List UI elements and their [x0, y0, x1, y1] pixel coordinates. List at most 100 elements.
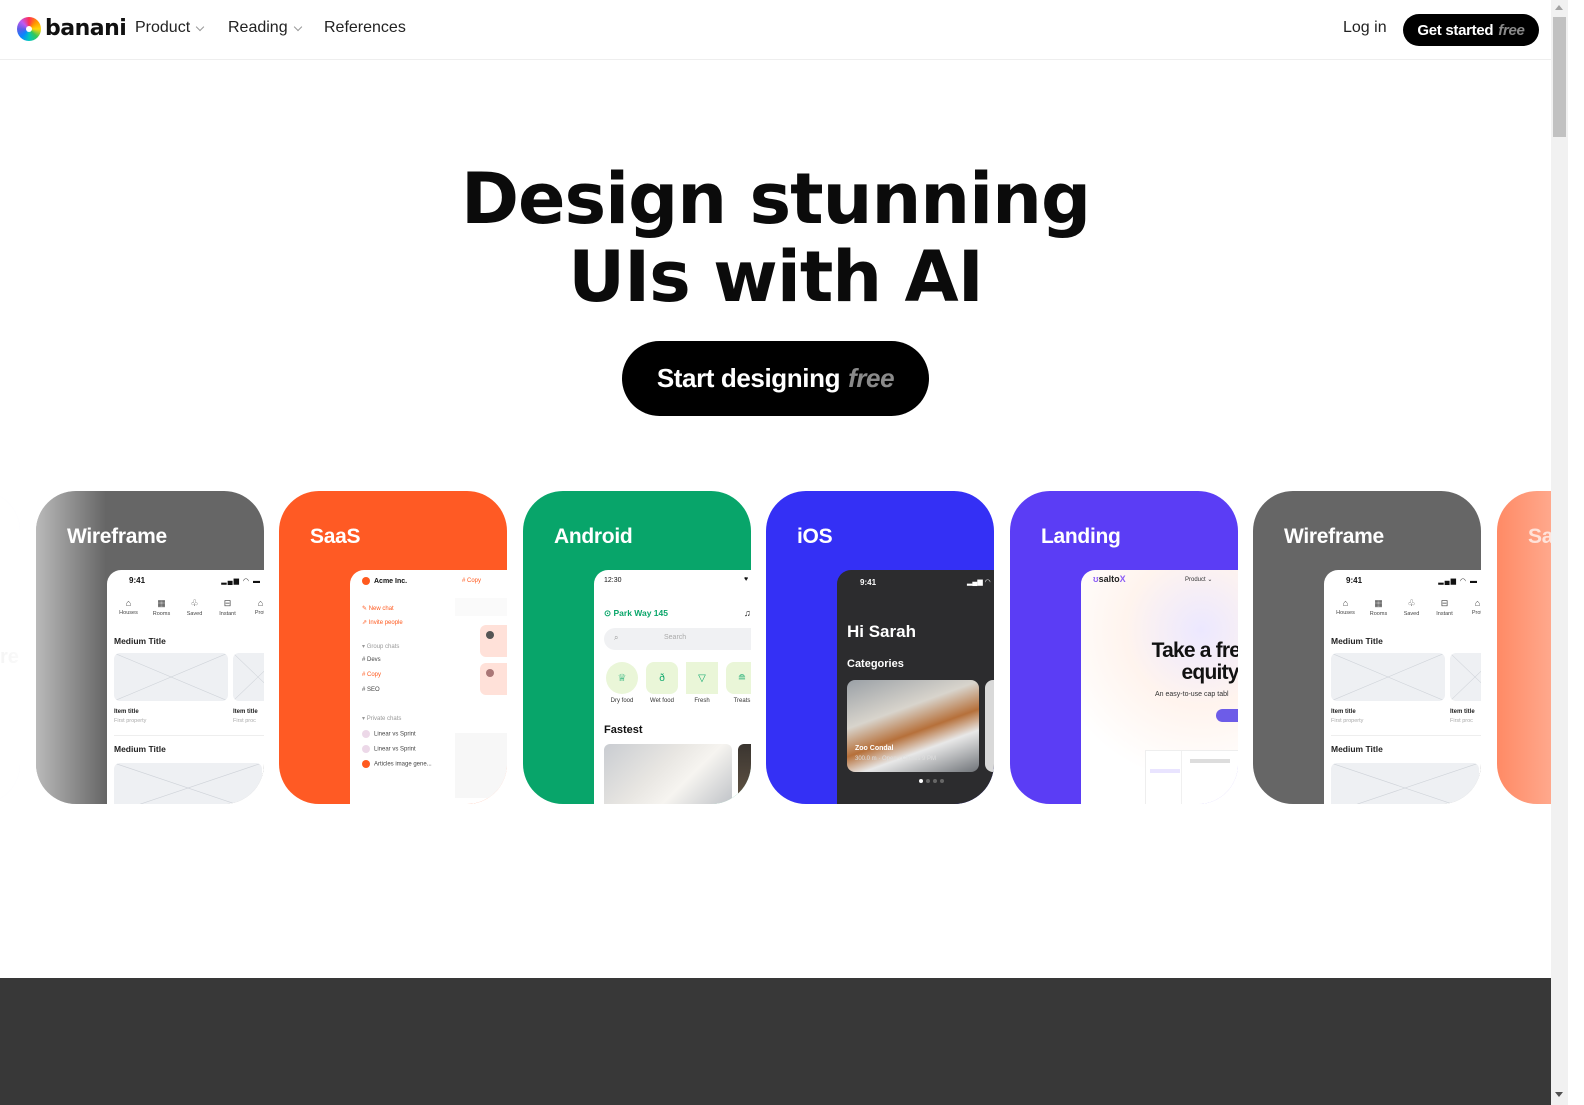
signal-icon: ▂▄▆ ◠ ▬: [221, 578, 261, 585]
card-landing[interactable]: Landing ʊsaltoX Product ⌄ Take a free eq…: [1010, 491, 1238, 804]
chat-dot-icon: [362, 730, 370, 738]
placeholder-image: [1331, 763, 1479, 804]
tab-houses: ⌂ Houses: [112, 598, 145, 617]
dark-section: [0, 978, 1551, 1105]
item-title: Item title: [1450, 709, 1475, 715]
banani-logo-icon: [17, 16, 41, 41]
item-sub: First property: [114, 718, 147, 724]
window-edge: [1568, 0, 1584, 1105]
scroll-down-arrow-icon[interactable]: [1555, 1092, 1563, 1097]
chevron-down-icon: [293, 22, 302, 31]
house-icon: ⌂: [125, 598, 132, 608]
store-photo: [604, 744, 732, 804]
message-bubble: [480, 625, 507, 657]
get-started-button[interactable]: Get started free: [1403, 14, 1539, 46]
section-title: Medium Title: [1331, 636, 1383, 646]
status-time: 12:30: [604, 577, 622, 584]
landing-nav-product: Product ⌄: [1185, 577, 1213, 583]
card-label: Wireframe: [1284, 525, 1384, 548]
group-item: # Devs: [362, 657, 381, 663]
signal-icon: ▂▄▆ ◠: [967, 579, 991, 586]
saved-icon: ♧: [190, 598, 199, 608]
chat-dot-icon: [362, 745, 370, 753]
placeholder-image: [114, 653, 228, 701]
brand-logo[interactable]: banani: [17, 16, 127, 41]
nav-reading[interactable]: Reading: [228, 19, 302, 37]
avatar: [486, 669, 494, 677]
rooms-icon: ▦: [157, 598, 166, 608]
search-input: ⌕ Search: [604, 628, 751, 650]
card-saas-partial[interactable]: SaaS: [1497, 491, 1551, 804]
card-label: SaaS: [310, 525, 361, 548]
scroll-thumb[interactable]: [1553, 17, 1566, 137]
workspace-dot-icon: [362, 577, 370, 585]
card-wireframe[interactable]: Wireframe 9:41 ▂▄▆ ◠ ▬ ⌂ Houses ▦ Rooms ♧ S…: [1253, 491, 1481, 804]
status-time: 9:41: [129, 576, 146, 585]
dry-food-icon: ♕: [606, 662, 638, 694]
category-label: Dry food: [610, 698, 634, 704]
card-landing-partial[interactable]: re: [0, 491, 20, 804]
location: ⊙ Park Way 145: [604, 608, 668, 618]
section-title: Categories: [847, 658, 904, 670]
category-label: Fresh: [694, 698, 710, 704]
card-wireframe[interactable]: Wireframe 9:41 ▂▄▆ ◠ ▬ ⌂ Houses ▦ Rooms ♧ S…: [36, 491, 264, 804]
card-saas[interactable]: SaaS Acme Inc. # Copy ✎ New chat ⇗ Invit…: [279, 491, 507, 804]
section-title: Fastest: [604, 724, 643, 736]
search-icon: ⌕: [614, 633, 619, 642]
cta-label: Start designing: [656, 363, 841, 393]
card-label: iOS: [797, 525, 833, 548]
avatar: [486, 631, 494, 639]
new-chat: ✎ New chat: [362, 606, 394, 612]
invite-people: ⇗ Invite people: [362, 620, 403, 626]
placeholder-image: [114, 763, 262, 804]
landing-headline: Take a free equity r: [1151, 639, 1238, 684]
rooms-icon: ▦: [1374, 598, 1383, 608]
instant-icon: ⊟: [223, 598, 232, 608]
tab-saved: ♧ Saved: [178, 598, 211, 617]
item-title: Item title: [1331, 709, 1356, 715]
nav-references-label: References: [324, 19, 406, 36]
section-title: Medium Title: [114, 636, 166, 646]
bell-icon: ♫: [744, 608, 751, 618]
hero-title: Design stunning UIs with AI: [0, 160, 1551, 316]
group-item: # Copy: [362, 672, 382, 678]
profile-icon: ⌂: [257, 598, 264, 608]
salto-logo: ʊsaltoX: [1093, 574, 1126, 584]
item-sub: First proc: [233, 718, 256, 724]
card-label: Android: [554, 525, 633, 548]
page-scrollbar[interactable]: [1551, 0, 1568, 1105]
private-item: Linear vs Sprint: [374, 746, 416, 753]
saas-mock: Acme Inc. # Copy ✎ New chat ⇗ Invite peo…: [350, 570, 507, 804]
card-ios[interactable]: iOS 9:41 ▂▄▆ ◠ Hi Sarah Categories Zoo C…: [766, 491, 994, 804]
get-started-label: Get started: [1417, 21, 1494, 39]
start-designing-button[interactable]: Start designing free: [622, 341, 929, 416]
wireframe-mock: 9:41 ▂▄▆ ◠ ▬ ⌂ Houses ▦ Rooms ♧ Saved ⊟ Inst…: [107, 570, 264, 804]
login-link[interactable]: Log in: [1343, 19, 1387, 37]
battery-icon: ♥: [744, 576, 749, 583]
placeholder-image: [233, 653, 264, 701]
wireframe-mock: 9:41 ▂▄▆ ◠ ▬ ⌂ Houses ▦ Rooms ♧ Saved ⊟ Inst…: [1324, 570, 1481, 804]
greeting: Hi Sarah: [847, 622, 916, 641]
group-header: ▾ Group chats: [362, 644, 400, 650]
scroll-up-arrow-icon[interactable]: [1555, 5, 1563, 10]
tab-profile: ⌂Profi: [244, 598, 264, 617]
nav-product[interactable]: Product: [135, 19, 205, 37]
card-label: SaaS: [1528, 525, 1551, 548]
card-android[interactable]: Android 12:30 ♥ ⊙ Park Way 145 ♫ ⌕ Searc…: [523, 491, 751, 804]
wet-food-icon: ð: [646, 662, 678, 694]
nav-references[interactable]: References: [324, 19, 406, 37]
chevron-down-icon: [195, 22, 205, 31]
workspace-name: Acme Inc.: [374, 577, 408, 585]
app-screenshot: [1145, 750, 1238, 804]
tab-instant: ⊟ Instant: [211, 598, 244, 617]
hero-title-line1: Design stunning: [460, 158, 1091, 240]
top-nav: banani Product Reading References Log in…: [0, 0, 1551, 60]
private-item: Linear vs Sprint: [374, 731, 416, 738]
status-time: 9:41: [860, 578, 877, 587]
nav-product-label: Product: [135, 19, 191, 36]
cta-free: free: [848, 363, 895, 393]
signal-icon: ▂▄▆ ◠ ▬: [1438, 578, 1478, 585]
item-title: Item title: [114, 709, 139, 715]
store-photo: [738, 744, 751, 804]
landing-subtitle: An easy-to-use cap tabl: [1155, 691, 1229, 698]
